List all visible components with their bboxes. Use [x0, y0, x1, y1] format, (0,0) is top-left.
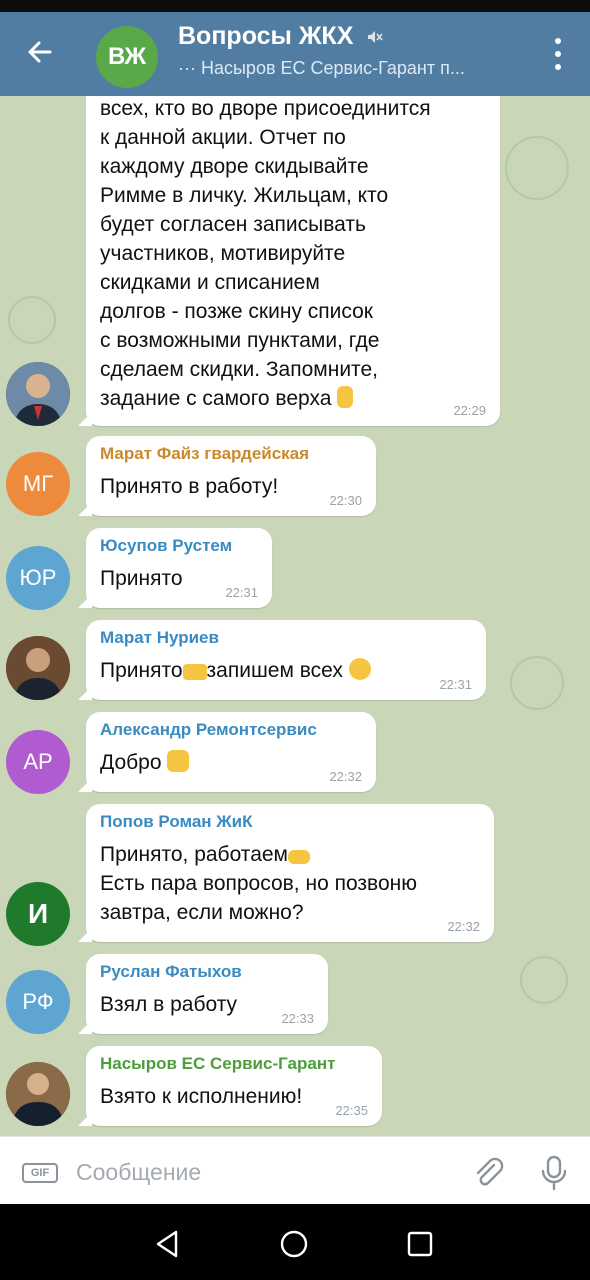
- sender-name[interactable]: Марат Файз гвардейская: [100, 444, 362, 464]
- sender-avatar[interactable]: [6, 636, 70, 700]
- sender-avatar[interactable]: [6, 362, 70, 426]
- message-bubble[interactable]: Насыров ЕС Сервис-Гарант Взято к исполне…: [78, 1046, 382, 1126]
- message-bubble[interactable]: Юсупов Рустем Принято 22:31: [78, 528, 272, 608]
- message-text: Принято, работаем Есть пара вопросов, но…: [100, 843, 417, 924]
- face-emoji-icon: [348, 658, 371, 680]
- sender-avatar[interactable]: [6, 1062, 70, 1126]
- message-input[interactable]: Сообщение: [76, 1159, 201, 1186]
- message-text: Принято запишем всех: [100, 656, 472, 685]
- message-text: Добро: [100, 748, 362, 777]
- sender-name[interactable]: Руслан Фатыхов: [100, 962, 314, 982]
- message-text: всех, кто во дворе присоединится к данно…: [100, 97, 431, 410]
- wallpaper-doodle: [520, 956, 568, 1004]
- chat-header: ВЖ Вопросы ЖКХ ··· Насыров ЕС Сервис-Гар…: [0, 12, 590, 96]
- message-bubble[interactable]: Попов Роман ЖиК Принято, работаем Есть п…: [78, 804, 494, 942]
- message-list[interactable]: всех, кто во дворе присоединится к данно…: [0, 96, 590, 1136]
- paperclip-icon[interactable]: [470, 1155, 506, 1191]
- chat-title[interactable]: Вопросы ЖКХ: [178, 22, 353, 51]
- sender-avatar[interactable]: АР: [6, 730, 70, 794]
- thumbs-up-emoji-icon: [167, 750, 190, 772]
- message-time: 22:33: [281, 1011, 314, 1026]
- system-navigation-bar: [0, 1204, 590, 1280]
- message-bubble[interactable]: Александр Ремонтсервис Добро 22:32: [78, 712, 376, 792]
- wallpaper-doodle: [510, 656, 564, 710]
- pointing-up-emoji-icon: [337, 386, 354, 408]
- microphone-icon[interactable]: [538, 1153, 570, 1193]
- message-bubble[interactable]: Марат Нуриев Принято запишем всех 22:31: [78, 620, 486, 700]
- typing-status: ··· Насыров ЕС Сервис-Гарант п...: [178, 58, 465, 78]
- message-composer: GIF Сообщение: [0, 1136, 590, 1205]
- flexed-biceps-emoji-icon: [182, 664, 207, 680]
- message-time: 22:32: [329, 769, 362, 784]
- status-bar: [0, 0, 590, 12]
- message-time: 22:32: [447, 919, 480, 934]
- sender-avatar[interactable]: И: [6, 882, 70, 946]
- muted-icon: [368, 31, 383, 43]
- sender-avatar[interactable]: РФ: [6, 970, 70, 1034]
- chat-avatar[interactable]: ВЖ: [96, 26, 158, 88]
- message-bubble[interactable]: Руслан Фатыхов Взял в работу 22:33: [78, 954, 328, 1034]
- sender-name[interactable]: Александр Ремонтсервис: [100, 720, 362, 740]
- avatar-letter: И: [27, 898, 49, 929]
- message-text: Принято в работу!: [100, 475, 279, 498]
- circle-home-icon[interactable]: [278, 1228, 310, 1260]
- message-bubble[interactable]: Марат Файз гвардейская Принято в работу!…: [78, 436, 376, 516]
- message-bubble[interactable]: всех, кто во дворе присоединится к данно…: [78, 96, 500, 426]
- sender-name[interactable]: Марат Нуриев: [100, 628, 472, 648]
- triangle-back-icon[interactable]: [152, 1228, 184, 1260]
- wallpaper-doodle: [8, 296, 56, 344]
- sender-name[interactable]: Юсупов Рустем: [100, 536, 258, 556]
- person-photo-icon: [6, 1062, 70, 1126]
- message-time: 22:30: [329, 493, 362, 508]
- message-text: Взято к исполнению!: [100, 1085, 303, 1108]
- sender-name[interactable]: Попов Роман ЖиК: [100, 812, 480, 832]
- handshake-emoji-icon: [288, 850, 310, 864]
- more-vertical-icon[interactable]: [546, 34, 570, 74]
- gif-button[interactable]: GIF: [22, 1163, 58, 1183]
- wallpaper-doodle: [505, 136, 569, 200]
- message-time: 22:31: [225, 585, 258, 600]
- sender-name[interactable]: Насыров ЕС Сервис-Гарант: [100, 1054, 368, 1074]
- sender-avatar[interactable]: ЮР: [6, 546, 70, 610]
- message-time: 22:35: [335, 1103, 368, 1118]
- square-recents-icon[interactable]: [404, 1228, 436, 1260]
- arrow-left-icon[interactable]: [20, 32, 60, 72]
- person-photo-icon: [6, 636, 70, 700]
- message-time: 22:29: [453, 403, 486, 418]
- sender-avatar[interactable]: МГ: [6, 452, 70, 516]
- message-time: 22:31: [439, 677, 472, 692]
- person-photo-icon: [6, 362, 70, 426]
